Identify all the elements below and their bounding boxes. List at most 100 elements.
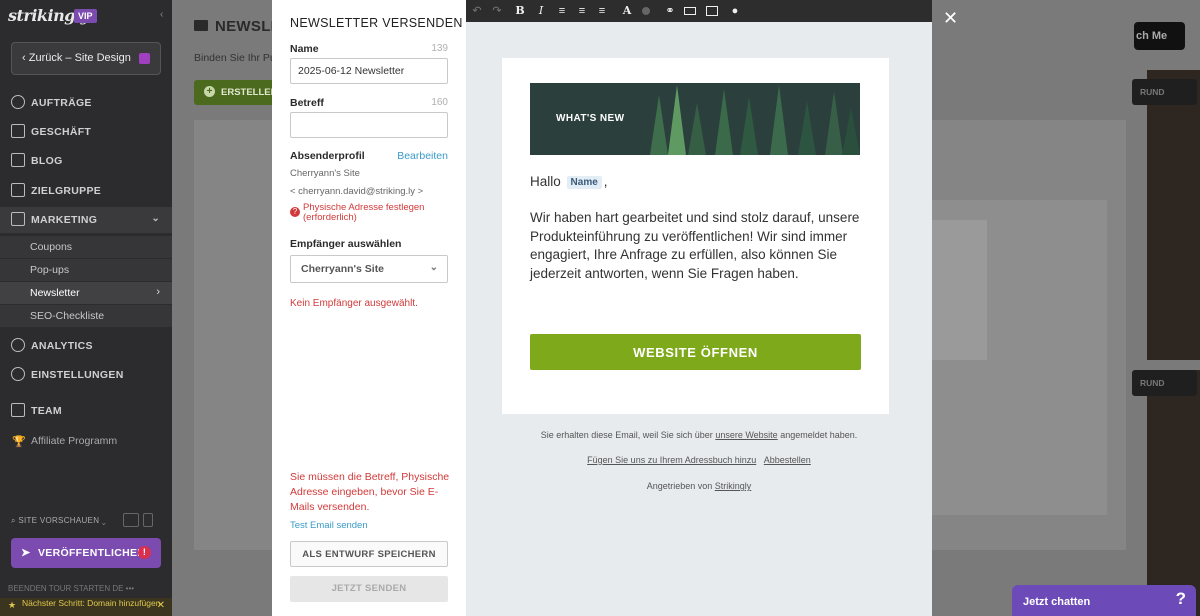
megaphone-icon xyxy=(11,212,25,226)
sidebar: strikingly VIP ‹ ‹ Zurück – Site Design … xyxy=(0,0,172,616)
site-preview[interactable]: ⌕ SITE VORSCHAUEN ⌄ xyxy=(11,513,153,527)
footer-text: Sie erhalten diese Email, weil Sie sich … xyxy=(540,430,716,440)
newsletter-send-panel: NEWSLETTER VERSENDEN Name 139 2025-06-12… xyxy=(272,0,466,616)
back-label: Zurück – Site Design xyxy=(28,52,131,64)
sidebar-item-label: Affiliate Programm xyxy=(31,435,118,447)
link-icon[interactable]: ⚭ xyxy=(663,4,677,18)
publish-button[interactable]: ➤ VERÖFFENTLICHEN ! xyxy=(11,538,161,568)
tour-bar[interactable]: BEENDEN TOUR STARTEN DE ••• xyxy=(8,584,134,593)
collapse-sidebar-icon[interactable]: ‹ xyxy=(160,9,163,20)
send-now-button[interactable]: JETZT SENDEN xyxy=(290,576,448,602)
name-merge-tag[interactable]: Name xyxy=(566,176,602,189)
text-color-icon[interactable]: A xyxy=(620,4,634,18)
right-background-button-2[interactable]: RUND xyxy=(1132,370,1197,396)
create-label: ERSTELLEN xyxy=(221,87,278,98)
rocket-icon: ➤ xyxy=(21,547,31,559)
banner-image[interactable]: WHAT'S NEW xyxy=(530,83,860,155)
image-icon[interactable] xyxy=(706,6,718,16)
name-input[interactable]: 2025-06-12 Newsletter xyxy=(290,58,448,84)
align-center-icon[interactable]: ≡ xyxy=(575,4,589,18)
next-step-banner[interactable]: ★ Nächster Schritt: Domain hinzufügen ✕ xyxy=(0,598,172,616)
open-website-button[interactable]: WEBSITE ÖFFNEN xyxy=(530,334,861,370)
address-error-link[interactable]: Physische Adresse festlegen (erforderlic… xyxy=(303,203,453,222)
sidebar-item-blog[interactable]: BLOG xyxy=(0,148,172,174)
question-icon: ? xyxy=(290,207,300,217)
strikingly-link[interactable]: Strikingly xyxy=(715,481,752,491)
email-body-text[interactable]: Wir haben hart gearbeitet und sind stolz… xyxy=(530,209,865,283)
sidebar-item-audience[interactable]: ZIELGRUPPE xyxy=(0,178,172,204)
user-icon[interactable]: ● xyxy=(728,4,742,18)
team-icon xyxy=(11,403,25,417)
add-to-addressbook-link[interactable]: Fügen Sie uns zu Ihrem Adressbuch hinzu xyxy=(587,455,756,465)
sidebar-item-label: GESCHÄFT xyxy=(31,126,92,138)
sidebar-item-settings[interactable]: EINSTELLUNGEN xyxy=(0,362,172,388)
subject-label: Betreff xyxy=(290,97,324,109)
next-step-label: Nächster Schritt: Domain hinzufügen xyxy=(22,598,161,608)
edit-sender-link[interactable]: Bearbeiten xyxy=(397,150,448,162)
plus-icon: + xyxy=(204,86,215,97)
greeting[interactable]: Hallo Name, xyxy=(530,174,608,190)
banner-text: WHAT'S NEW xyxy=(556,113,625,124)
recipient-value: Cherryann's Site xyxy=(301,263,385,275)
validation-error: Sie müssen die Betreff, Physische Adress… xyxy=(290,471,450,513)
redo-icon[interactable]: ↷ xyxy=(490,4,504,18)
test-email-link[interactable]: Test Email senden xyxy=(290,520,368,531)
recipient-select[interactable]: Cherryann's Site ⌄ xyxy=(290,255,448,283)
help-icon: ? xyxy=(1175,589,1186,608)
greeting-comma: , xyxy=(603,174,608,189)
sidebar-item-label: ANALYTICS xyxy=(31,340,93,352)
warning-icon: ! xyxy=(138,546,151,559)
subject-input[interactable] xyxy=(290,112,448,138)
footer-text: angemeldet haben. xyxy=(777,430,858,440)
save-draft-button[interactable]: ALS ENTWURF SPEICHERN xyxy=(290,541,448,567)
panel-title: NEWSLETTER VERSENDEN xyxy=(290,16,463,30)
pen-icon xyxy=(11,153,25,167)
sidebar-item-store[interactable]: GESCHÄFT xyxy=(0,119,172,145)
launch-button[interactable]: ch Me xyxy=(1134,22,1185,50)
sidebar-item-orders[interactable]: AUFTRÄGE xyxy=(0,90,172,116)
mail-icon xyxy=(194,20,208,31)
orders-icon xyxy=(11,95,25,109)
close-icon[interactable]: ✕ xyxy=(943,8,958,29)
site-preview-label: SITE VORSCHAUEN xyxy=(18,516,100,525)
sidebar-item-label: EINSTELLUNGEN xyxy=(31,369,124,381)
our-website-link[interactable]: unsere Website xyxy=(715,430,777,440)
format-toolbar: ↶ ↷ B I ≡ ≡ ≡ A ⚭ ● xyxy=(466,0,932,22)
unsubscribe-link[interactable]: Abbestellen xyxy=(764,455,811,465)
footer-subscription-note: Sie erhalten diese Email, weil Sie sich … xyxy=(466,430,932,440)
italic-icon[interactable]: I xyxy=(534,4,548,18)
sidebar-item-label: BLOG xyxy=(31,155,63,167)
sidebar-subitem-seo[interactable]: SEO-Checkliste xyxy=(0,305,172,327)
close-icon[interactable]: ✕ xyxy=(157,601,165,611)
sidebar-subitem-popups[interactable]: Pop-ups xyxy=(0,259,172,281)
back-chevron-icon: ‹ xyxy=(22,52,29,64)
sidebar-subitem-newsletter[interactable]: Newsletter › xyxy=(0,282,172,304)
email-editor: ↶ ↷ B I ≡ ≡ ≡ A ⚭ ● WHAT'S NEW Hallo Nam… xyxy=(466,0,932,616)
star-icon: ★ xyxy=(8,600,17,610)
chevron-down-icon: ⌄ xyxy=(151,213,160,224)
greeting-text: Hallo xyxy=(530,174,561,189)
align-left-icon[interactable]: ≡ xyxy=(555,4,569,18)
align-right-icon[interactable]: ≡ xyxy=(595,4,609,18)
analytics-icon xyxy=(11,338,25,352)
chat-widget[interactable]: Jetzt chatten ? xyxy=(1012,585,1196,616)
undo-icon[interactable]: ↶ xyxy=(470,4,484,18)
sidebar-item-team[interactable]: TEAM xyxy=(0,398,172,424)
create-newsletter-button[interactable]: + ERSTELLEN xyxy=(194,80,284,105)
sidebar-item-analytics[interactable]: ANALYTICS xyxy=(0,333,172,359)
email-preview: WHAT'S NEW Hallo Name, Wir haben hart ge… xyxy=(502,58,889,414)
mobile-icon[interactable] xyxy=(143,513,153,527)
sidebar-item-label: ZIELGRUPPE xyxy=(31,185,102,197)
color-dot-icon[interactable] xyxy=(642,7,650,15)
vip-badge: VIP xyxy=(74,9,97,23)
audience-icon xyxy=(11,183,25,197)
bold-icon[interactable]: B xyxy=(513,4,527,18)
back-button[interactable]: ‹ Zurück – Site Design xyxy=(11,42,161,75)
no-recipient-error: Kein Empfänger ausgewählt. xyxy=(290,298,418,309)
sidebar-item-affiliate[interactable]: 🏆 Affiliate Programm xyxy=(0,430,172,452)
button-icon[interactable] xyxy=(684,7,696,15)
right-background-button[interactable]: RUND xyxy=(1132,79,1197,105)
desktop-icon[interactable] xyxy=(123,513,139,527)
sidebar-subitem-coupons[interactable]: Coupons xyxy=(0,236,172,258)
sidebar-item-marketing[interactable]: MARKETING ⌄ xyxy=(0,207,172,233)
